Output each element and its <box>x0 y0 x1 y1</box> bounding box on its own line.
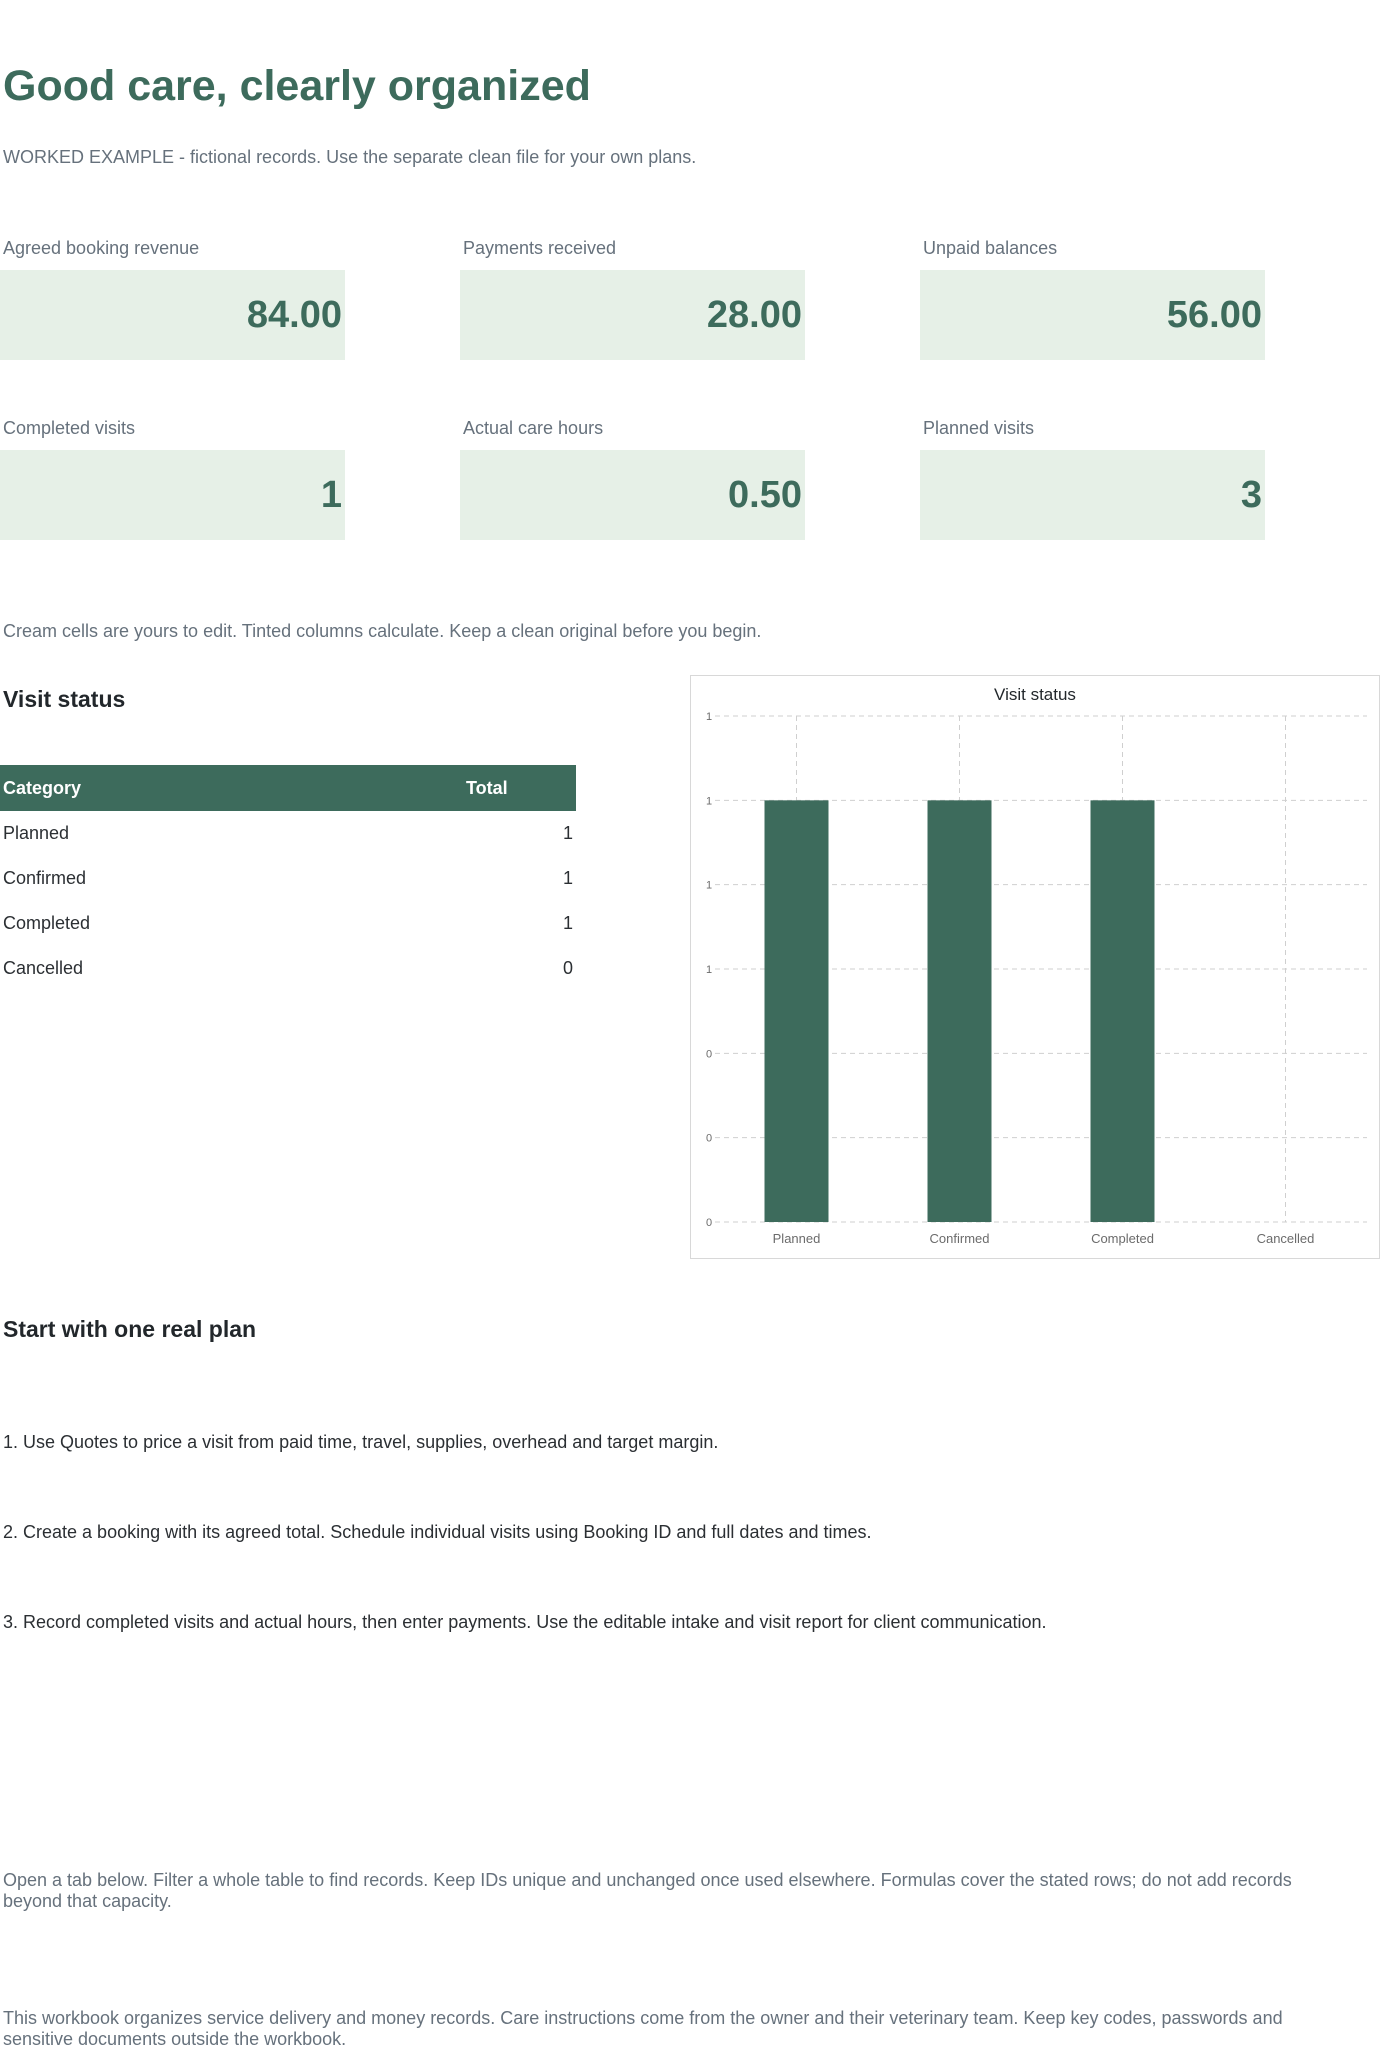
row-total[interactable]: 1 <box>466 901 576 946</box>
visit-status-chart[interactable]: Visit status 0 0 0 1 1 1 1 Planned Confirmed Comp… <box>690 675 1380 1259</box>
kpi-value-agreed-revenue: 84.00 <box>0 270 345 360</box>
x-tick-label: Confirmed <box>930 1231 990 1246</box>
table-row[interactable]: Cancelled 0 <box>0 946 576 991</box>
kpi-value-planned-visits: 3 <box>920 450 1265 540</box>
row-total[interactable]: 1 <box>466 856 576 901</box>
kpi-label-completed-visits: Completed visits <box>3 418 136 438</box>
tabs-note: Open a tab below. Filter a whole table t… <box>3 1870 1292 1911</box>
table-header-row: Category Total <box>0 765 576 811</box>
chart-title: Visit status <box>994 685 1076 704</box>
row-category[interactable]: Planned <box>0 811 466 856</box>
x-tick-label: Planned <box>773 1231 821 1246</box>
edit-note: Cream cells are yours to edit. Tinted co… <box>3 621 762 641</box>
visit-status-heading: Visit status <box>3 686 126 712</box>
y-tick-label: 0 <box>706 1217 712 1229</box>
x-tick-label: Completed <box>1091 1231 1154 1246</box>
step-item: 3. Record completed visits and actual ho… <box>3 1612 1047 1632</box>
kpi-label-agreed-revenue: Agreed booking revenue <box>3 238 200 258</box>
scope-note: This workbook organizes service delivery… <box>3 2008 1283 2049</box>
kpi-value-payments-received: 28.00 <box>460 270 805 360</box>
table-row[interactable]: Completed 1 <box>0 901 576 946</box>
page-subtitle: WORKED EXAMPLE - fictional records. Use … <box>3 147 697 167</box>
table-row[interactable]: Planned 1 <box>0 811 576 856</box>
row-category[interactable]: Confirmed <box>0 856 466 901</box>
chart-canvas: Visit status 0 0 0 1 1 1 1 Planned Confirmed Comp… <box>706 685 1367 1246</box>
kpi-label-planned-visits: Planned visits <box>923 418 1035 438</box>
bar-completed[interactable] <box>1090 800 1155 1222</box>
x-tick-label: Cancelled <box>1257 1231 1315 1246</box>
y-tick-label: 0 <box>706 1048 712 1060</box>
y-tick-label: 0 <box>706 1133 712 1145</box>
column-header-category[interactable]: Category <box>0 765 466 811</box>
chart-bars <box>764 800 1155 1222</box>
page-title: Good care, clearly organized <box>3 62 591 110</box>
kpi-label-actual-care-hours: Actual care hours <box>463 418 604 438</box>
table-row[interactable]: Confirmed 1 <box>0 856 576 901</box>
y-tick-label: 1 <box>706 964 712 976</box>
y-tick-label: 1 <box>706 795 712 807</box>
kpi-value-unpaid-balances: 56.00 <box>920 270 1265 360</box>
row-category[interactable]: Cancelled <box>0 946 466 991</box>
kpi-label-payments-received: Payments received <box>463 238 617 258</box>
visit-status-table: Category Total Planned 1 Confirmed 1 Com… <box>0 765 576 991</box>
y-tick-label: 1 <box>706 880 712 892</box>
bar-confirmed[interactable] <box>927 800 992 1222</box>
kpi-value-completed-visits: 1 <box>0 450 345 540</box>
row-total[interactable]: 0 <box>466 946 576 991</box>
step-item: 1. Use Quotes to price a visit from paid… <box>3 1432 719 1452</box>
kpi-value-actual-care-hours: 0.50 <box>460 450 805 540</box>
kpi-label-unpaid-balances: Unpaid balances <box>923 238 1058 258</box>
step-item: 2. Create a booking with its agreed tota… <box>3 1522 872 1542</box>
row-category[interactable]: Completed <box>0 901 466 946</box>
column-header-total[interactable]: Total <box>466 765 576 811</box>
y-tick-label: 1 <box>706 711 712 723</box>
row-total[interactable]: 1 <box>466 811 576 856</box>
bar-planned[interactable] <box>764 800 829 1222</box>
start-heading: Start with one real plan <box>3 1316 257 1342</box>
